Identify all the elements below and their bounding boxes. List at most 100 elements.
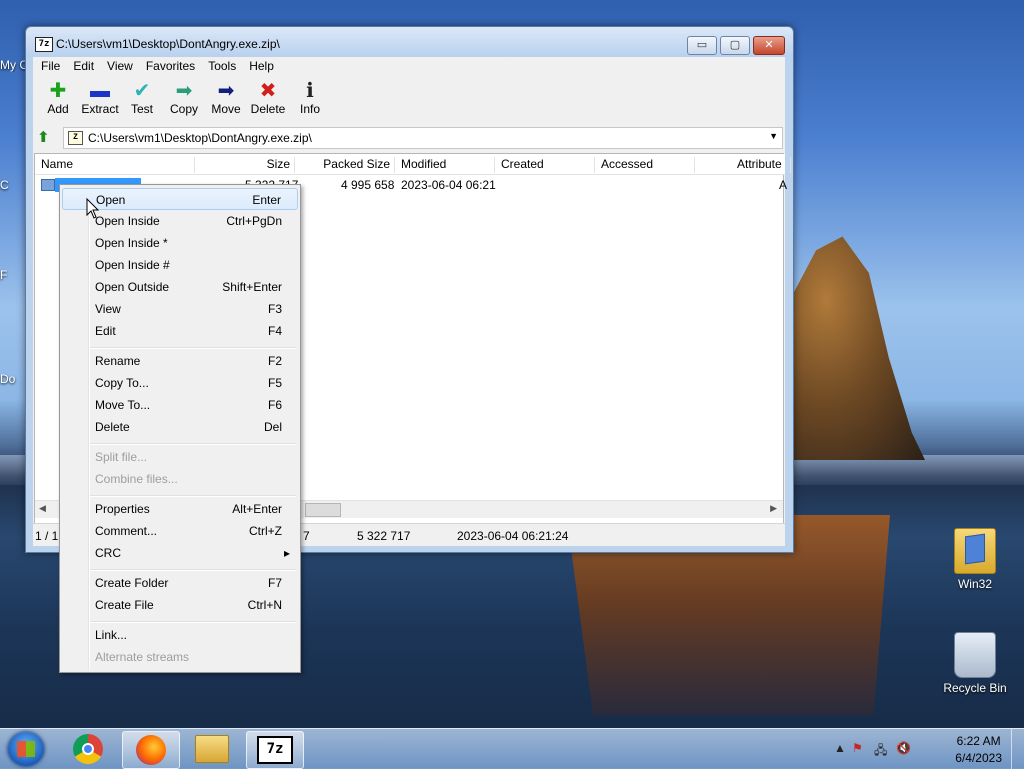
chrome-icon <box>73 734 103 764</box>
menu-edit[interactable]: Edit <box>67 57 101 76</box>
menu-favorites[interactable]: Favorites <box>140 57 202 76</box>
recycle-bin-icon <box>954 632 996 678</box>
menu-item-create-file[interactable]: Create File Ctrl+N <box>62 594 298 616</box>
clock-date: 6/4/2023 <box>955 751 1002 765</box>
menu-item-properties[interactable]: Properties Alt+Enter <box>62 498 298 520</box>
firefox-icon <box>136 735 166 765</box>
menu-item-rename[interactable]: Rename F2 <box>62 350 298 372</box>
desktop-icon-label: Win32 <box>957 577 992 591</box>
delete-label: Delete <box>250 102 286 116</box>
action-center-flag-icon[interactable]: ⚑ <box>852 741 863 755</box>
folder-icon <box>954 528 996 574</box>
col-created[interactable]: Created <box>495 157 595 173</box>
menu-item-label: Open Inside # <box>95 258 170 272</box>
scroll-left-icon[interactable]: ◀ <box>39 503 46 514</box>
delete-x-icon: ✖ <box>259 80 277 102</box>
menu-item-label: Rename <box>95 354 141 368</box>
address-path: C:\Users\vm1\Desktop\DontAngry.exe.zip\ <box>88 131 312 145</box>
desktop-icon-win32[interactable]: Win32 <box>940 528 1010 591</box>
menu-item-delete[interactable]: Delete Del <box>62 416 298 438</box>
menu-item-create-folder[interactable]: Create Folder F7 <box>62 572 298 594</box>
move-label: Move <box>211 102 241 116</box>
volume-muted-icon[interactable]: 🔇 <box>896 741 911 755</box>
menu-item-label: Create File <box>95 598 154 612</box>
menu-item-comment[interactable]: Comment... Ctrl+Z <box>62 520 298 542</box>
menu-item-shortcut: Ctrl+PgDn <box>226 214 282 228</box>
taskbar-chrome[interactable] <box>60 731 116 767</box>
up-folder-icon[interactable]: ⬆ <box>37 130 53 146</box>
col-modified[interactable]: Modified <box>395 157 495 173</box>
desktop-icon-recycle-bin[interactable]: Recycle Bin <box>940 632 1010 695</box>
menu-tools[interactable]: Tools <box>202 57 243 76</box>
menu-item-shortcut: Del <box>263 420 282 434</box>
context-menu: Open Enter Open Inside Ctrl+PgDn Open Insi… <box>59 184 301 673</box>
taskbar-firefox[interactable] <box>122 731 180 769</box>
add-button[interactable]: ✚ Add <box>37 76 79 124</box>
show-desktop-button[interactable] <box>1011 729 1024 769</box>
scroll-thumb[interactable] <box>305 503 341 517</box>
desktop-icon-file-label[interactable]: Do <box>0 372 26 386</box>
maximize-button[interactable]: ▢ <box>720 36 750 55</box>
scroll-right-icon[interactable]: ▶ <box>770 503 777 514</box>
explorer-icon <box>195 735 229 763</box>
extract-button[interactable]: ▬ Extract <box>79 76 121 124</box>
menu-item-label: View <box>95 302 121 316</box>
menu-item-link[interactable]: Link... <box>62 624 298 646</box>
menu-item-shortcut: F5 <box>267 376 282 390</box>
start-button[interactable] <box>8 732 44 766</box>
menu-item-split-file: Split file... <box>62 446 298 468</box>
test-label: Test <box>130 102 153 116</box>
toolbar: ✚ Add ▬ Extract ✔ Test ➡ Copy ➡ Move ✖ D… <box>33 76 785 124</box>
col-accessed[interactable]: Accessed <box>595 157 695 173</box>
test-button[interactable]: ✔ Test <box>121 76 163 124</box>
submenu-arrow-icon: ▸ <box>283 546 290 560</box>
file-icon <box>41 179 55 191</box>
file-attr-cell: A <box>779 178 788 192</box>
address-field[interactable]: Z C:\Users\vm1\Desktop\DontAngry.exe.zip… <box>63 127 783 149</box>
address-dropdown-icon[interactable]: ▼ <box>769 131 778 141</box>
col-name[interactable]: Name <box>35 157 195 173</box>
menu-item-view[interactable]: View F3 <box>62 298 298 320</box>
copy-button[interactable]: ➡ Copy <box>163 76 205 124</box>
desktop-icon-chrome-label[interactable]: C <box>0 178 26 192</box>
menu-item-label: CRC <box>95 546 121 560</box>
menu-item-shortcut: F3 <box>267 302 282 316</box>
move-button[interactable]: ➡ Move <box>205 76 247 124</box>
plus-icon: ✚ <box>49 80 67 102</box>
tray-chevron-icon[interactable]: ▲ <box>834 741 846 755</box>
desktop-icon-firefox-label[interactable]: F <box>0 268 26 282</box>
file-modified-cell: 2023-06-04 06:21 <box>401 178 496 192</box>
menu-item-copy-to[interactable]: Copy To... F5 <box>62 372 298 394</box>
info-label: Info <box>299 102 320 116</box>
close-button[interactable]: ✕ <box>753 36 785 55</box>
menu-item-label: Edit <box>95 324 116 338</box>
copy-label: Copy <box>169 102 198 116</box>
menu-item-label: Combine files... <box>95 472 178 486</box>
delete-button[interactable]: ✖ Delete <box>247 76 289 124</box>
minimize-button[interactable]: ▭ <box>687 36 717 55</box>
title-bar[interactable]: 7z C:\Users\vm1\Desktop\DontAngry.exe.zi… <box>26 27 793 57</box>
menu-item-move-to[interactable]: Move To... F6 <box>62 394 298 416</box>
menu-file[interactable]: File <box>35 57 67 76</box>
menu-view[interactable]: View <box>101 57 140 76</box>
file-packed-cell: 4 995 658 <box>341 178 395 192</box>
network-icon[interactable]: 🖧 <box>874 741 887 762</box>
menu-item-open-inside-star[interactable]: Open Inside * <box>62 232 298 254</box>
col-attribute[interactable]: Attribute <box>731 157 791 173</box>
menu-item-label: Delete <box>95 420 130 434</box>
menu-separator <box>90 569 296 571</box>
menu-item-open-outside[interactable]: Open Outside Shift+Enter <box>62 276 298 298</box>
menu-item-open-inside-hash[interactable]: Open Inside # <box>62 254 298 276</box>
info-button[interactable]: ℹ Info <box>289 76 331 124</box>
desktop-icon-my-computer-label[interactable]: My C <box>0 58 26 72</box>
menu-help[interactable]: Help <box>243 57 281 76</box>
system-tray: ▲ ⚑ 🖧 🔇 6:22 AM 6/4/2023 <box>834 729 1024 769</box>
menu-item-crc[interactable]: CRC ▸ <box>62 542 298 564</box>
col-size[interactable]: Size <box>195 157 295 173</box>
menu-item-edit[interactable]: Edit F4 <box>62 320 298 342</box>
taskbar-7zip[interactable]: 7z <box>246 731 304 769</box>
taskbar-explorer[interactable] <box>184 731 240 767</box>
clock[interactable]: 6:22 AM 6/4/2023 <box>955 733 1002 767</box>
col-packed-size[interactable]: Packed Size <box>295 157 395 173</box>
copy-arrow-icon: ➡ <box>175 80 193 102</box>
